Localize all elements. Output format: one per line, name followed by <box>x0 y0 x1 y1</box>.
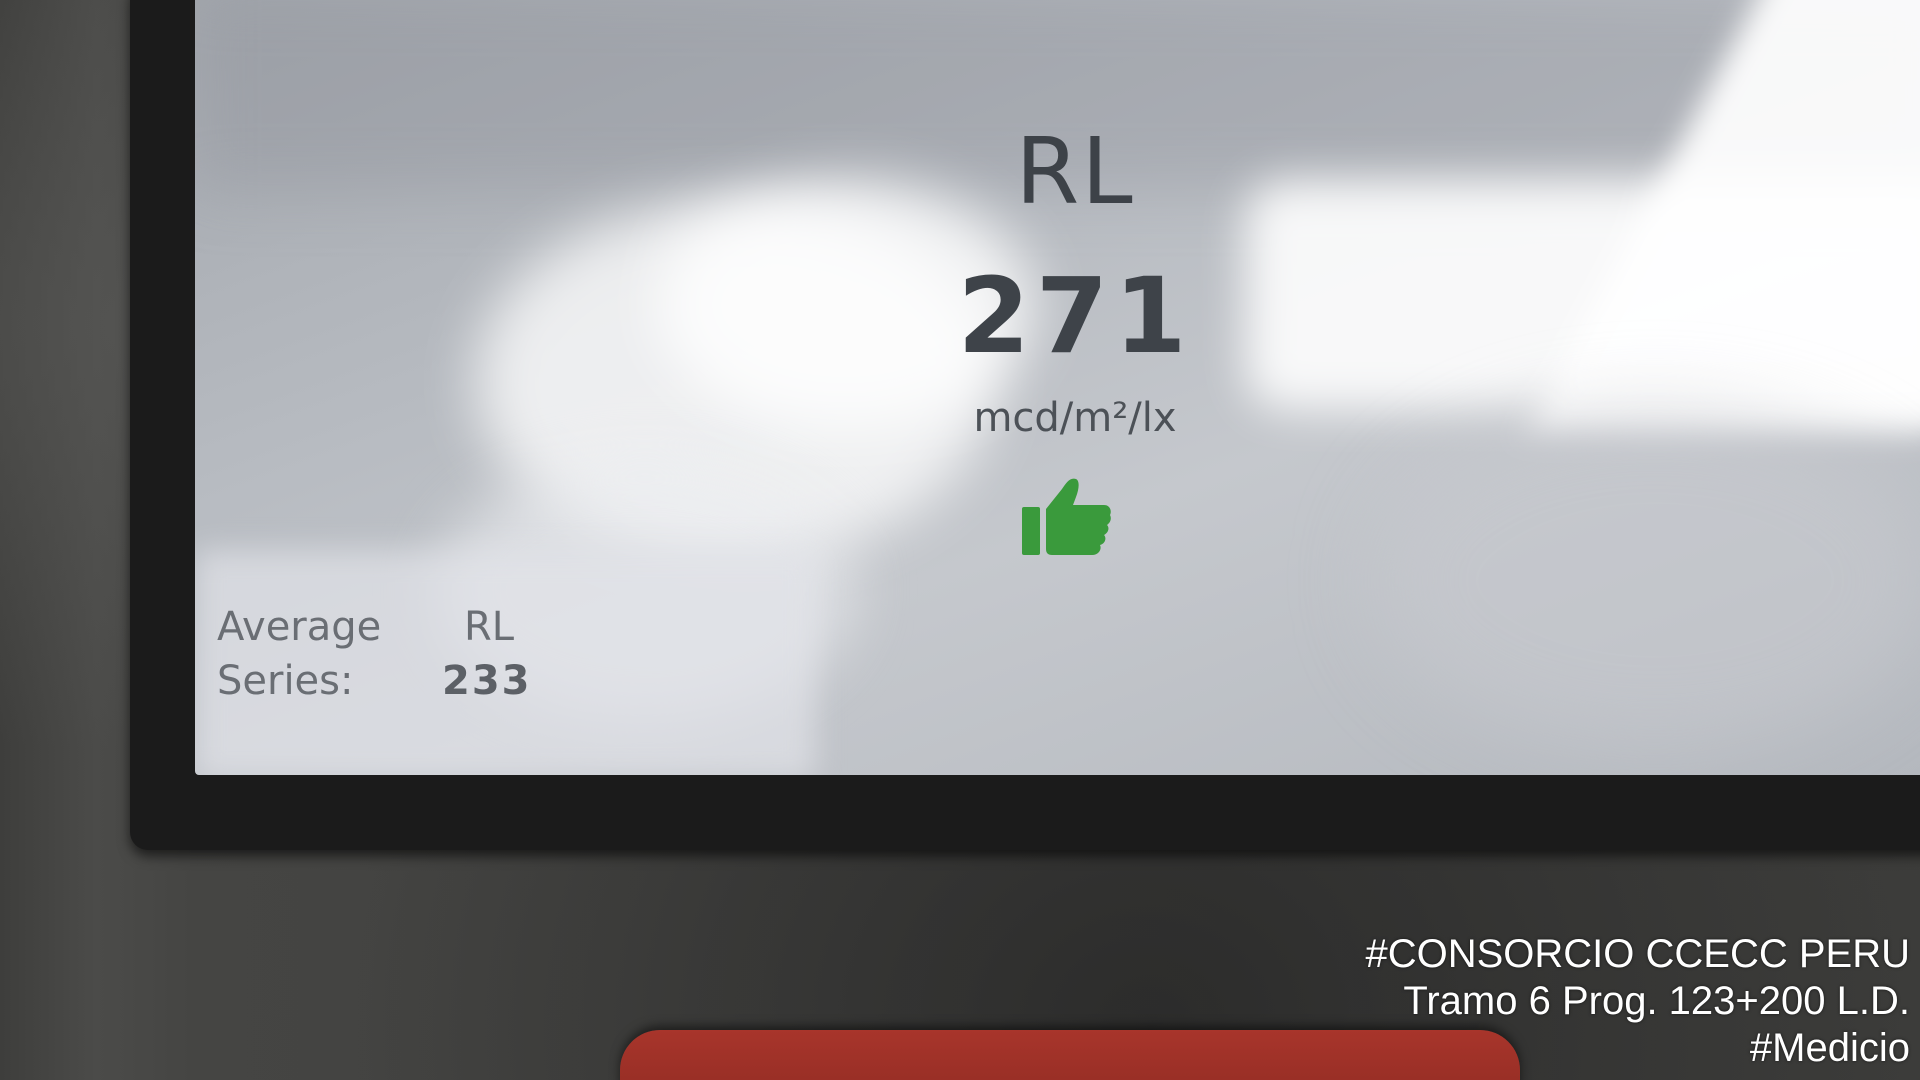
average-series: Average RL Series: 233 <box>217 600 532 708</box>
watermark-line-3: #Medicio <box>1749 1026 1910 1070</box>
photo-watermark: #CONSORCIO CCECC PERU Tramo 6 Prog. 123+… <box>1365 931 1910 1072</box>
cloud-reflection <box>475 200 995 560</box>
series-label: Series: <box>217 658 354 704</box>
average-label: Average <box>217 604 382 650</box>
watermark-line-1: #CONSORCIO CCECC PERU <box>1365 932 1910 976</box>
watermark-line-2: Tramo 6 Prog. 123+200 L.D. <box>1403 979 1910 1023</box>
measurement-label: RL <box>1015 118 1135 225</box>
average-metric: RL <box>464 604 515 650</box>
thumbs-up-icon <box>1022 478 1111 555</box>
photo: RL 271 mcd/m²/lx Average RL Series: 233 … <box>0 0 1920 1080</box>
average-value: 233 <box>442 658 532 704</box>
sky-reflection <box>1375 410 1920 750</box>
device-screen: RL 271 mcd/m²/lx Average RL Series: 233 <box>195 0 1920 775</box>
measurement-value: 271 <box>957 255 1193 377</box>
measurement-unit: mcd/m²/lx <box>973 395 1177 441</box>
